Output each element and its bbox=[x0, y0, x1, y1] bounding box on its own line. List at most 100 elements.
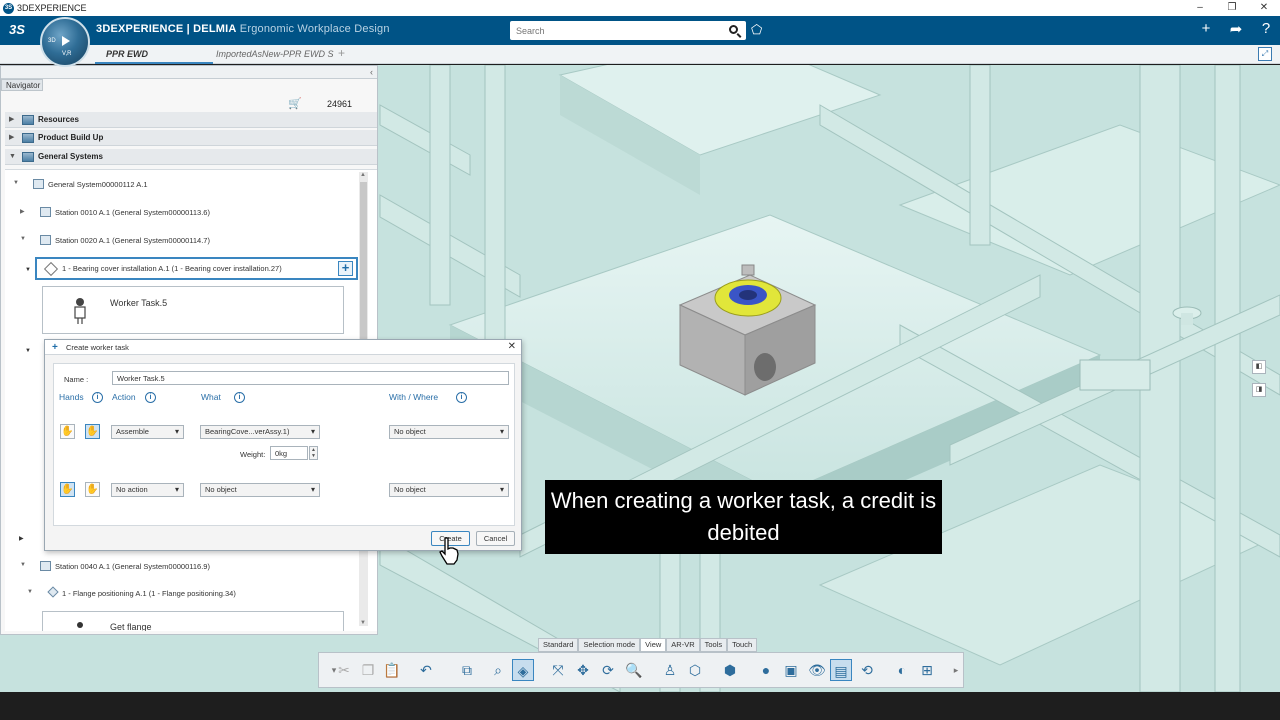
expand-arrow-icon[interactable]: ▶ bbox=[19, 535, 24, 542]
what-dropdown-1[interactable]: BearingCove...verAssy.1) bbox=[200, 425, 320, 439]
search-input[interactable] bbox=[510, 21, 720, 40]
scroll-down-icon[interactable]: ▼ bbox=[360, 620, 366, 626]
expand-arrow-icon[interactable]: ▶ bbox=[20, 208, 25, 215]
sphere-icon[interactable]: ● bbox=[755, 659, 777, 681]
tree-node-station-0020[interactable]: ▼ Station 0020 A.1 (General System000001… bbox=[20, 235, 210, 245]
product-icon bbox=[22, 133, 34, 143]
collapse-arrow-icon[interactable]: ▼ bbox=[25, 267, 31, 273]
collapse-arrow-icon[interactable]: ▼ bbox=[9, 149, 16, 165]
scroll-right-icon[interactable]: ▸ bbox=[945, 659, 967, 681]
copy-icon[interactable]: ❐ bbox=[357, 659, 379, 681]
layout-icon[interactable]: ⊞ bbox=[916, 659, 938, 681]
info-icon[interactable]: i bbox=[92, 392, 103, 403]
tab-imported[interactable]: ImportedAsNew-PPR EWD S bbox=[216, 49, 334, 59]
collapse-arrow-icon[interactable]: ▼ bbox=[25, 348, 31, 354]
collapse-icon[interactable]: ‹ bbox=[370, 67, 373, 77]
app-mini-icon: 3S bbox=[3, 2, 14, 14]
scroll-up-icon[interactable]: ▲ bbox=[360, 172, 366, 178]
cut-icon[interactable]: ✂ bbox=[333, 659, 355, 681]
tree-node-bearing-cover[interactable]: 1 - Bearing cover installation A.1 (1 - … bbox=[35, 257, 358, 280]
play-icon[interactable] bbox=[62, 36, 70, 46]
camera-icon[interactable]: ▣ bbox=[780, 659, 802, 681]
collapse-arrow-icon[interactable]: ▼ bbox=[27, 589, 33, 595]
pan-icon[interactable]: ✥ bbox=[572, 659, 594, 681]
tab-ppr-ewd[interactable]: PPR EWD bbox=[95, 45, 213, 64]
navigator-tab[interactable]: Navigator bbox=[1, 79, 43, 91]
category-general-systems[interactable]: ▼ General Systems bbox=[5, 149, 377, 165]
what-dropdown-2[interactable]: No object bbox=[200, 483, 320, 497]
measure-icon[interactable]: ⟲ bbox=[856, 659, 878, 681]
pointer-hand-icon bbox=[439, 537, 459, 565]
expand-arrow-icon[interactable]: ▶ bbox=[9, 130, 14, 146]
action-dropdown-2[interactable]: No action bbox=[111, 483, 184, 497]
paste-icon[interactable]: 📋 bbox=[381, 659, 403, 681]
name-field[interactable] bbox=[112, 371, 509, 385]
iso-view-icon[interactable]: ⬡ bbox=[684, 659, 706, 681]
tab-standard[interactable]: Standard bbox=[538, 638, 579, 652]
undo-icon[interactable]: ↶ bbox=[415, 659, 437, 681]
tab-ar-vr[interactable]: AR-VR bbox=[666, 638, 700, 652]
view-option-icon[interactable]: ◧ bbox=[1252, 360, 1266, 374]
weight-label: Weight: bbox=[240, 450, 266, 459]
cart-icon[interactable]: 🛒 bbox=[288, 97, 302, 110]
tag-icon[interactable]: ⬠ bbox=[751, 22, 762, 38]
snapshot-icon[interactable]: ⧉ bbox=[456, 659, 478, 681]
add-tab-icon[interactable]: + bbox=[338, 46, 345, 60]
info-icon[interactable]: i bbox=[456, 392, 467, 403]
vr-headset-icon[interactable]: ◐ bbox=[891, 659, 913, 681]
right-hand-icon[interactable]: ✋ bbox=[85, 482, 100, 497]
cube-view-icon[interactable]: ◈ bbox=[512, 659, 534, 681]
tree-node-station-0040[interactable]: ▼ Station 0040 A.1 (General System000001… bbox=[20, 561, 210, 571]
rotate-icon[interactable]: ⟳ bbox=[597, 659, 619, 681]
tab-touch[interactable]: Touch bbox=[727, 638, 758, 652]
share-icon[interactable]: ➦ bbox=[1228, 20, 1244, 38]
info-icon[interactable]: i bbox=[145, 392, 156, 403]
collapse-arrow-icon[interactable]: ▼ bbox=[20, 562, 26, 568]
category-product-build-up[interactable]: ▶ Product Build Up bbox=[5, 130, 377, 146]
view-option-2-icon[interactable]: ◨ bbox=[1252, 383, 1266, 397]
expand-icon[interactable]: ⤢ bbox=[1258, 47, 1272, 61]
worker-task-card[interactable]: Worker Task.5 bbox=[42, 286, 344, 334]
hide-show-icon[interactable]: 👁 bbox=[806, 659, 828, 681]
collapse-arrow-icon[interactable]: ▼ bbox=[20, 236, 26, 242]
weight-stepper[interactable]: ▲ ▼ bbox=[309, 446, 318, 460]
tree-node-flange-positioning[interactable]: ▼ 1 - Flange positioning A.1 (1 - Flange… bbox=[27, 586, 236, 598]
window-titlebar: 3S 3DEXPERIENCE – ❐ ✕ bbox=[0, 0, 1280, 16]
dialog-close-icon[interactable]: ✕ bbox=[508, 341, 516, 352]
action-dropdown-1[interactable]: Assemble bbox=[111, 425, 184, 439]
add-worker-task-button[interactable]: + bbox=[338, 261, 353, 276]
tab-view[interactable]: View bbox=[640, 638, 667, 652]
render-style-icon[interactable]: ⬢ bbox=[719, 659, 741, 681]
with-dropdown-2[interactable]: No object bbox=[389, 483, 509, 497]
close-icon[interactable]: ✕ bbox=[1248, 0, 1280, 16]
fit-all-icon[interactable]: ⤧ bbox=[547, 659, 569, 681]
left-hand-icon[interactable]: ✋ bbox=[60, 482, 75, 497]
expand-arrow-icon[interactable]: ▶ bbox=[9, 112, 14, 128]
cancel-button[interactable]: Cancel bbox=[476, 531, 515, 546]
search-icon[interactable] bbox=[729, 25, 738, 34]
collapse-arrow-icon[interactable]: ▼ bbox=[13, 180, 19, 186]
compass-widget[interactable]: 3D V,R bbox=[40, 17, 90, 67]
visibility-icon[interactable]: ▤ bbox=[830, 659, 852, 681]
top-right-icons: + ➦ ? bbox=[1198, 20, 1274, 38]
info-icon[interactable]: i bbox=[234, 392, 245, 403]
minimize-icon[interactable]: – bbox=[1184, 0, 1216, 16]
tree-node-general-system[interactable]: ▼ General System00000112 A.1 bbox=[13, 179, 148, 189]
left-hand-icon[interactable]: ✋ bbox=[60, 424, 75, 439]
manikin-icon[interactable]: ♙ bbox=[659, 659, 681, 681]
weight-field[interactable] bbox=[270, 446, 308, 460]
add-icon[interactable]: + bbox=[1198, 20, 1214, 38]
zoom-icon[interactable]: 🔍 bbox=[623, 659, 645, 681]
tab-selection-mode[interactable]: Selection mode bbox=[578, 638, 641, 652]
right-hand-icon[interactable]: ✋ bbox=[85, 424, 100, 439]
restore-icon[interactable]: ❐ bbox=[1216, 0, 1248, 16]
category-resources[interactable]: ▶ Resources bbox=[5, 112, 377, 128]
window-title: 3DEXPERIENCE bbox=[17, 3, 87, 13]
help-icon[interactable]: ? bbox=[1258, 20, 1274, 38]
worker-task-card-partial[interactable]: Get flange bbox=[42, 611, 344, 631]
ds-logo-icon[interactable]: 3S bbox=[9, 22, 25, 37]
tree-node-station-0010[interactable]: ▶ Station 0010 A.1 (General System000001… bbox=[20, 207, 210, 217]
tab-tools[interactable]: Tools bbox=[699, 638, 728, 652]
zoom-area-icon[interactable]: ⌕ bbox=[487, 659, 509, 681]
with-dropdown-1[interactable]: No object bbox=[389, 425, 509, 439]
